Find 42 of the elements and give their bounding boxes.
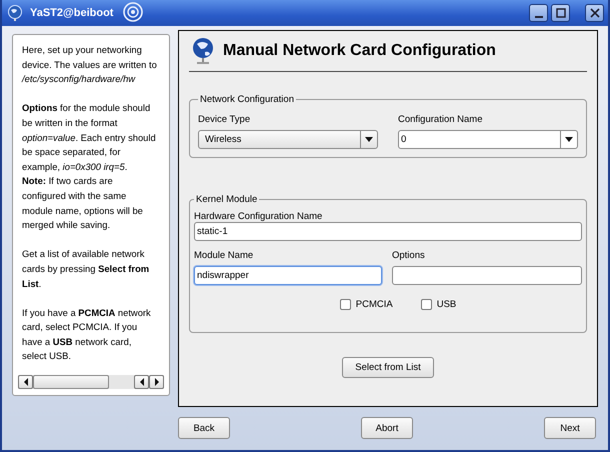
page-heading: Manual Network Card Configuration [223,42,496,60]
dropdown-arrow-icon [365,137,373,142]
checkbox[interactable] [340,299,351,310]
window-title: YaST2@beiboot [30,7,114,19]
wizard-button[interactable]: Back [178,417,230,439]
help-text: Options for the module should be written in the format option=value. Each entry should be space separated, for example, io=0x300 irq=5. [22,101,157,174]
help-text: Note: If two cards are configured with the same module name, options will be merged while saving. [22,174,144,232]
horizontal-scrollbar[interactable] [18,375,164,389]
help-text: Here, set up your networking device. The values are written to /etc/sysconfig/hardware/hw [22,43,158,86]
minimize-button[interactable] [529,4,548,22]
left-arrow-icon [138,378,144,386]
globe-icon [6,4,24,22]
scrollbar-thumb[interactable] [33,375,109,389]
help-text: Get a list of available network cards by pressing Select from List. [22,247,150,290]
left-arrow-icon [22,378,28,386]
dropdown-arrow-icon [565,137,573,142]
select-from-list-button[interactable]: Select from List [342,357,434,378]
checkbox-label: USB [436,299,456,310]
dropdown[interactable]: Wireless [198,130,378,149]
field-label: Module Name [194,250,254,261]
input-field[interactable] [392,266,582,285]
group-title: Network Configuration [199,94,295,105]
close-icon [590,8,600,18]
right-arrow-icon [154,378,160,386]
close-button[interactable] [585,4,604,22]
input-field[interactable]: static-1 [194,222,582,241]
globe-icon [191,37,215,65]
checkbox-label: PCMCIA [356,299,393,310]
input-field[interactable]: ndiswrapper [194,266,382,285]
wizard-button[interactable]: Abort [361,417,413,439]
maximize-icon [556,8,566,18]
field-label: Device Type [198,114,252,125]
wizard-button[interactable]: Next [544,417,596,439]
group-title: Kernel Module [195,194,258,205]
field-label: Configuration Name [398,114,484,125]
help-text: If you have a PCMCIA network card, select PCMCIA. If you have a USB network card, select USB. [22,306,152,364]
minimize-icon [534,16,542,18]
dropdown[interactable]: 0 [398,130,578,149]
field-label: Options [392,250,426,261]
checkbox[interactable] [420,299,432,310]
maximize-button[interactable] [551,4,570,22]
field-label: Hardware Configuration Name [194,211,322,222]
